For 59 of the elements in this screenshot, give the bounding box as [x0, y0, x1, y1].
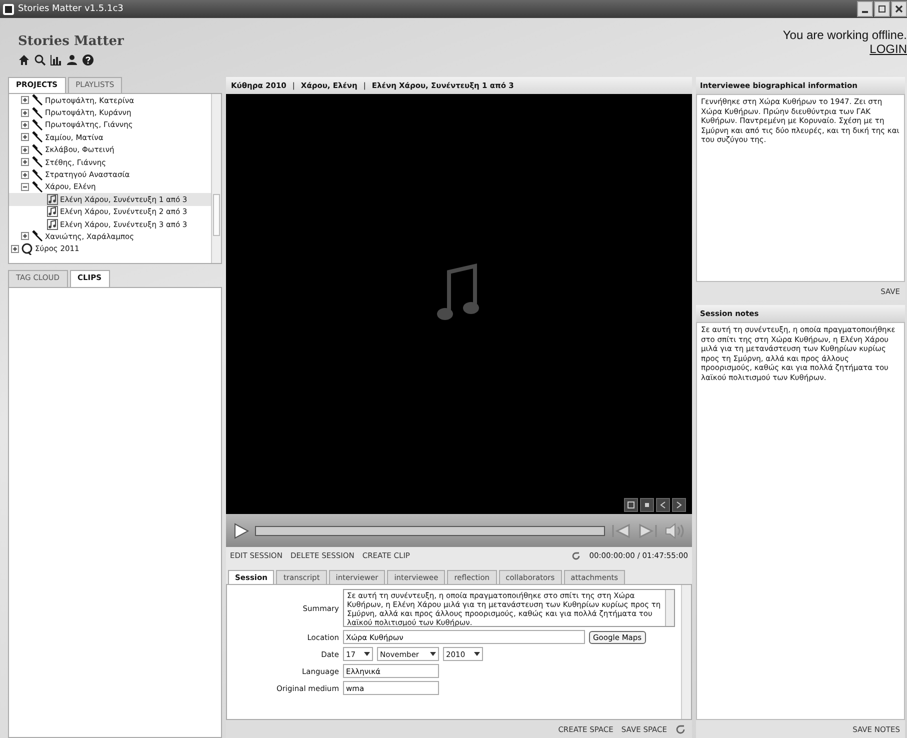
scrollbar[interactable]: [211, 94, 221, 263]
expander-icon[interactable]: [21, 182, 29, 191]
refresh-icon[interactable]: [571, 550, 582, 560]
caret-icon: [430, 652, 436, 656]
square-icon: [627, 501, 635, 509]
expander-icon[interactable]: [21, 120, 29, 129]
progress-track[interactable]: [255, 526, 605, 536]
person-icon[interactable]: [66, 54, 78, 66]
skip-back-icon[interactable]: [610, 522, 632, 540]
scrollbar[interactable]: [681, 585, 691, 719]
volume-icon[interactable]: [664, 522, 686, 540]
minimize-icon: [862, 11, 868, 13]
back-button[interactable]: [656, 498, 670, 512]
status-text: You are working offline.: [782, 28, 907, 42]
expander-icon[interactable]: [21, 133, 29, 142]
expander-icon[interactable]: [21, 158, 29, 166]
microphone-icon: [31, 144, 43, 156]
expander-icon[interactable]: [21, 146, 29, 154]
expander-icon[interactable]: [21, 108, 29, 117]
search-icon[interactable]: [34, 54, 46, 66]
microphone-icon: [31, 131, 43, 144]
microphone-icon: [31, 180, 43, 193]
music-file-icon: [47, 194, 58, 205]
stop-icon: [643, 501, 651, 509]
expander-icon[interactable]: [21, 170, 29, 179]
expander-icon[interactable]: [11, 244, 19, 253]
window-title: Stories Matter v1.5.1c3: [18, 4, 124, 14]
music-file-icon: [47, 206, 58, 218]
skip-forward-icon[interactable]: [637, 522, 659, 540]
chevron-right-icon: [675, 501, 683, 509]
window-button[interactable]: [640, 498, 654, 512]
chart-icon[interactable]: [50, 54, 62, 66]
home-icon[interactable]: [18, 54, 30, 66]
forward-button[interactable]: [672, 498, 686, 512]
caret-icon: [364, 652, 370, 656]
app-icon: [3, 4, 14, 14]
microphone-icon: [31, 106, 43, 119]
microphone-icon: [31, 118, 43, 131]
microphone-icon: [31, 230, 43, 242]
caret-icon: [474, 652, 480, 656]
microphone-icon: [31, 156, 43, 168]
restore-icon: [877, 4, 887, 14]
expander-icon[interactable]: [21, 232, 29, 240]
music-file-icon: [47, 218, 58, 230]
minimize-button[interactable]: [857, 1, 873, 17]
play-button[interactable]: [232, 522, 250, 540]
login-link[interactable]: LOGIN: [870, 42, 907, 56]
chevron-left-icon: [659, 501, 667, 509]
close-icon: [894, 4, 904, 14]
project-icon: [21, 242, 33, 255]
fullscreen-button[interactable]: [624, 498, 638, 512]
microphone-icon: [31, 168, 43, 181]
help-icon[interactable]: [82, 54, 94, 66]
microphone-icon: [31, 94, 43, 106]
close-button[interactable]: [891, 1, 907, 17]
expander-icon[interactable]: [21, 96, 29, 104]
maximize-button[interactable]: [874, 1, 890, 17]
refresh-icon[interactable]: [675, 724, 686, 734]
app-name: Stories Matter: [18, 34, 124, 49]
